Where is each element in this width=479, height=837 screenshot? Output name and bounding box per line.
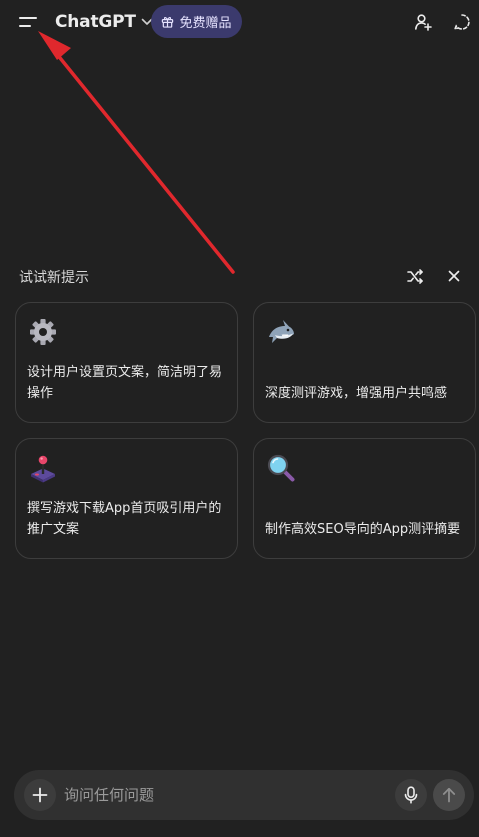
model-selector[interactable]: ChatGPT: [55, 8, 153, 36]
microphone-icon: [404, 786, 418, 804]
free-gift-button[interactable]: 免费赠品: [151, 5, 242, 38]
annotation-arrow: [38, 31, 235, 274]
suggestion-card[interactable]: 制作高效SEO导向的App测评摘要: [253, 438, 476, 559]
plus-icon: [32, 787, 48, 803]
close-suggestions-button[interactable]: [443, 265, 465, 287]
shark-icon: [269, 320, 294, 343]
suggestion-text: 设计用户设置页文案，简洁明了易操作: [27, 365, 223, 401]
suggestion-text: 撰写游戏下载App首页吸引用户的推广文案: [27, 501, 222, 537]
suggestion-card[interactable]: 深度测评游戏，增强用户共鸣感: [253, 302, 476, 423]
dashed-chat-icon: [453, 14, 470, 31]
suggestions-title: 试试新提示: [19, 270, 89, 286]
prompt-composer: [14, 770, 474, 820]
model-name: ChatGPT: [55, 12, 136, 32]
send-button[interactable]: [433, 779, 465, 811]
sidebar-menu-button[interactable]: [14, 8, 42, 36]
suggestion-text: 深度测评游戏，增强用户共鸣感: [265, 386, 448, 401]
chat-app: ChatGPT 免费赠品 试试新提示 设计用户设置页文案，简洁明了易操作 深度测…: [0, 0, 479, 837]
voice-input-button[interactable]: [395, 779, 427, 811]
joystick-icon: [31, 455, 55, 483]
menu-icon: [19, 17, 37, 27]
add-user-button[interactable]: [410, 9, 436, 35]
suggestion-text: 制作高效SEO导向的App测评摘要: [265, 522, 461, 537]
shuffle-icon: [406, 268, 423, 284]
gear-icon: [30, 319, 56, 345]
shuffle-suggestions-button[interactable]: [404, 265, 426, 287]
close-icon: [448, 270, 460, 282]
magnifier-icon: [267, 454, 295, 482]
arrow-up-icon: [442, 787, 456, 803]
top-bar: ChatGPT 免费赠品: [0, 0, 479, 44]
gift-label: 免费赠品: [179, 16, 232, 31]
suggestion-card[interactable]: 撰写游戏下载App首页吸引用户的推广文案: [15, 438, 238, 559]
prompt-input[interactable]: [64, 782, 384, 808]
temporary-chat-button[interactable]: [449, 9, 475, 35]
user-plus-icon: [415, 14, 432, 31]
suggestion-card[interactable]: 设计用户设置页文案，简洁明了易操作: [15, 302, 238, 423]
gift-icon: [162, 16, 174, 28]
attach-button[interactable]: [24, 779, 56, 811]
